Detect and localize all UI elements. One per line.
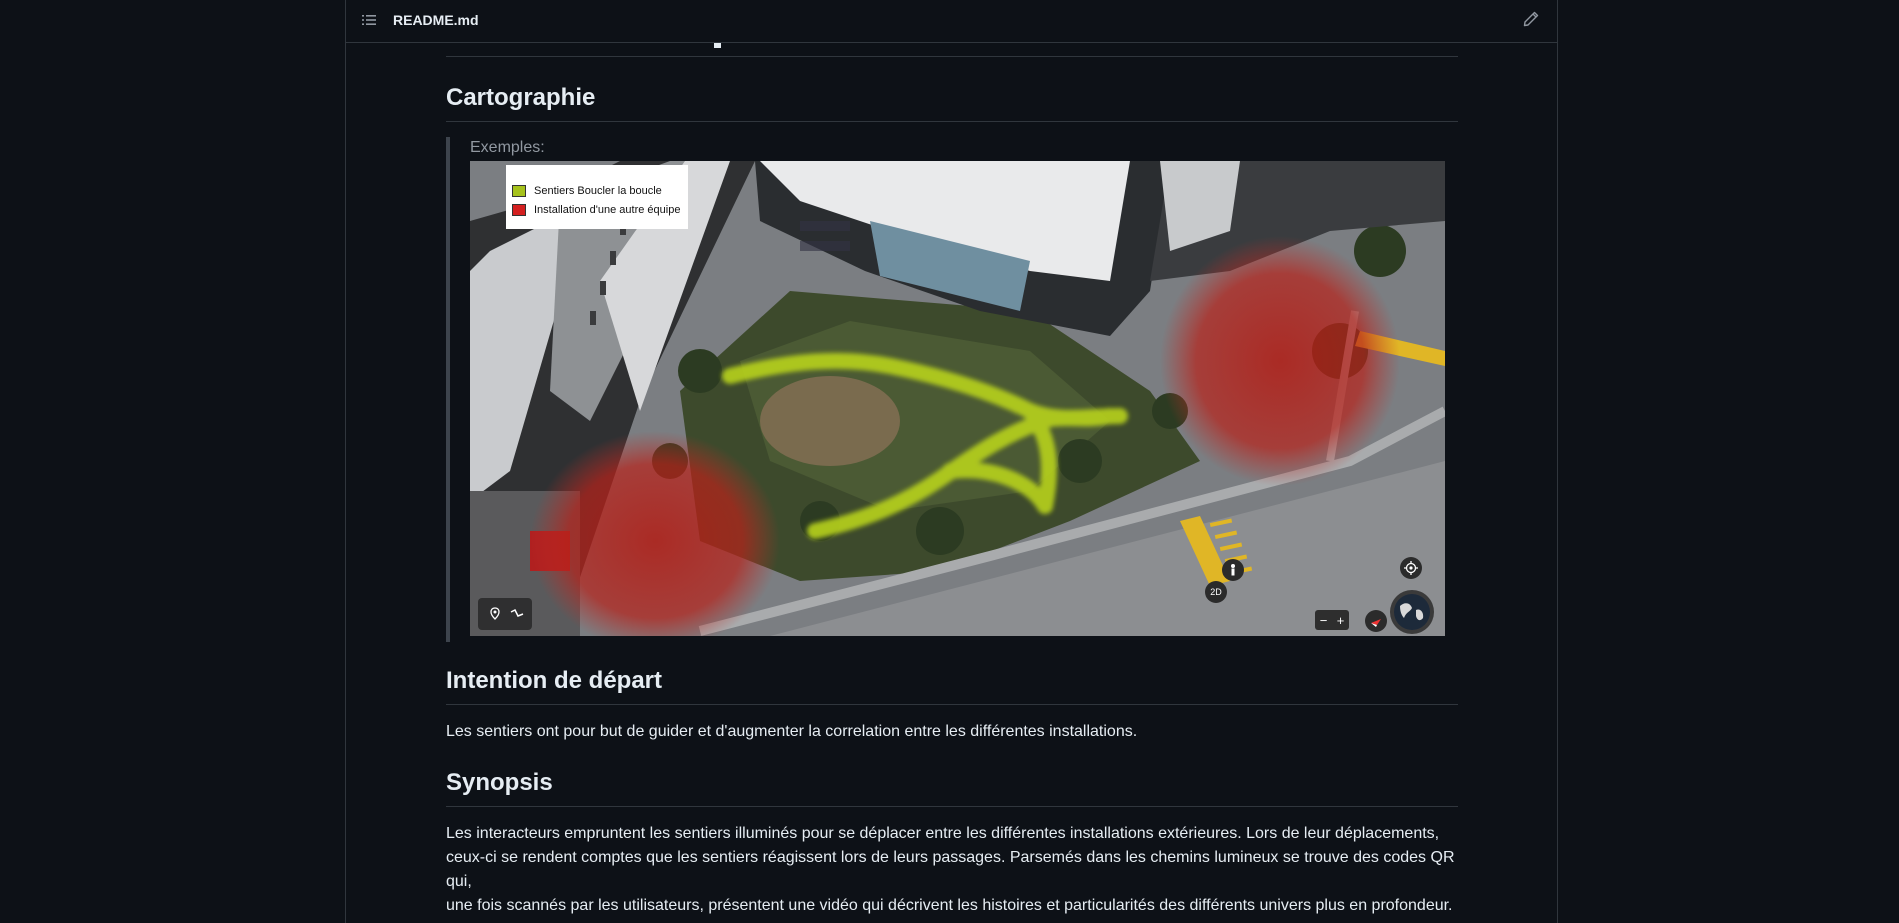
aerial-map-image: Sentiers Boucler la boucle Installation … [470,161,1445,636]
legend-label: Sentiers Boucler la boucle [534,184,662,197]
zoom-control: − + [1315,610,1349,630]
zoom-in-button[interactable]: + [1337,613,1345,628]
legend-swatch-red [512,203,526,216]
synopsis-paragraph: Les interacteurs empruntent les sentiers… [446,822,1458,918]
previous-heading-divider [446,56,1458,57]
measure-path-icon[interactable] [506,603,528,625]
aerial-photo [470,161,1445,636]
list-icon[interactable] [361,12,377,28]
synopsis-line-3: une fois scannés par les utilisateurs, p… [446,897,1453,914]
legend-item-installation: Installation d'une autre équipe [512,200,688,219]
pencil-icon[interactable] [1523,11,1539,27]
map-tools-group [478,598,532,630]
compass-icon [1371,619,1381,627]
file-name: README.md [393,12,479,28]
compass-button[interactable] [1365,610,1387,632]
pegman-icon [1231,564,1235,576]
file-header: README.md [346,0,1557,43]
quote-label: Exemples: [470,139,545,156]
map-pin-icon[interactable] [484,603,506,625]
synopsis-line-1: Les interacteurs empruntent les sentiers… [446,825,1440,842]
readme-panel: README.md Cartographie Exemples: Sentier… [345,0,1558,923]
blockquote-examples: Exemples: Sentiers Boucler la boucle Ins… [446,137,1458,642]
intention-paragraph: Les sentiers ont pour but de guider et d… [446,723,1138,740]
heading-intention: Intention de départ [446,666,1458,705]
legend-swatch-green [512,184,526,197]
legend-item-sentiers: Sentiers Boucler la boucle [512,181,688,200]
street-view-button[interactable] [1222,559,1244,581]
globe-icon [1394,594,1430,630]
locate-icon [1404,561,1418,575]
globe-view-button[interactable] [1390,590,1434,634]
heading-cartographie: Cartographie [446,83,1458,122]
view-2d-button[interactable]: 2D [1205,581,1227,603]
legend-label: Installation d'une autre équipe [534,203,681,216]
zoom-out-button[interactable]: − [1320,613,1328,628]
map-legend: Sentiers Boucler la boucle Installation … [506,165,688,229]
heading-synopsis: Synopsis [446,768,1458,807]
my-location-button[interactable] [1400,557,1422,579]
synopsis-line-2: ceux-ci se rendent comptes que les senti… [446,849,1455,890]
